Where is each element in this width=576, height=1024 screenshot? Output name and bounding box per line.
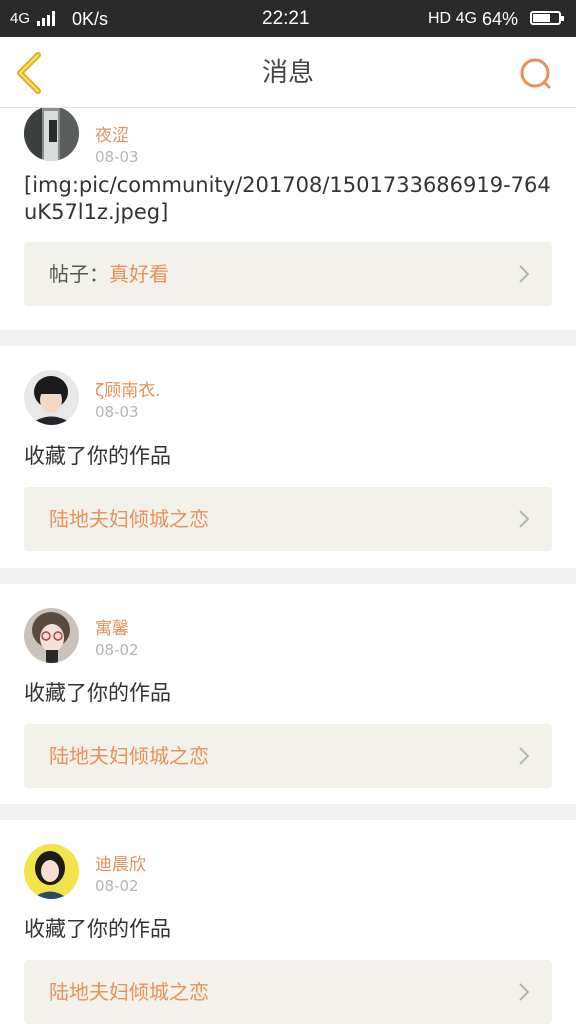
chevron-right-icon <box>519 747 530 765</box>
avatar[interactable] <box>24 608 79 663</box>
hd-indicator: HD 4G <box>428 8 477 30</box>
message-card: 迪晨欣 08-02 收藏了你的作品 陆地夫妇倾城之恋 <box>0 820 576 1024</box>
work-link-text: 陆地夫妇倾城之恋 <box>49 978 209 1006</box>
battery-fill <box>533 14 551 22</box>
status-bar: 4G 0K/s 22:21 HD 4G 64% <box>0 0 576 37</box>
network-type: 4G <box>10 10 31 27</box>
post-link-text: 帖子：真好看 <box>49 260 169 288</box>
chevron-right-icon <box>519 510 530 528</box>
page-title: 消息 <box>261 58 314 88</box>
work-link[interactable]: 陆地夫妇倾城之恋 <box>24 960 552 1024</box>
message-card: ζ顾南衣. 08-03 收藏了你的作品 陆地夫妇倾城之恋 <box>0 346 576 568</box>
work-link-text: 陆地夫妇倾城之恋 <box>49 505 209 533</box>
user-name[interactable]: 夜涩 <box>95 121 129 146</box>
avatar[interactable] <box>24 844 79 899</box>
message-content: 收藏了你的作品 <box>24 917 171 941</box>
message-card: 寓馨 08-02 收藏了你的作品 陆地夫妇倾城之恋 <box>0 584 576 804</box>
message-card: 夜涩 08-03 [img:pic/community/201708/15017… <box>0 108 576 330</box>
link-title: 真好看 <box>109 262 169 286</box>
user-name[interactable]: 迪晨欣 <box>95 850 146 875</box>
clock: 22:21 <box>262 8 310 29</box>
user-name[interactable]: ζ顾南衣. <box>95 376 161 401</box>
link-prefix: 帖子： <box>49 262 109 286</box>
message-content: [img:pic/community/201708/1501733686919-… <box>24 173 551 224</box>
work-link-text: 陆地夫妇倾城之恋 <box>49 742 209 770</box>
search-icon <box>520 58 551 89</box>
battery-icon <box>530 11 564 25</box>
post-link[interactable]: 帖子：真好看 <box>24 242 552 306</box>
search-button[interactable] <box>516 55 556 95</box>
avatar[interactable] <box>24 108 79 161</box>
post-date: 08-02 <box>95 877 139 895</box>
link-title: 陆地夫妇倾城之恋 <box>49 980 209 1004</box>
link-title: 陆地夫妇倾城之恋 <box>49 744 209 768</box>
chevron-right-icon <box>519 265 530 283</box>
network-speed: 0K/s <box>72 9 109 29</box>
user-name[interactable]: 寓馨 <box>95 614 129 639</box>
network-type-2: 4G <box>455 10 477 27</box>
work-link[interactable]: 陆地夫妇倾城之恋 <box>24 724 552 788</box>
post-date: 08-03 <box>95 403 139 421</box>
chevron-right-icon <box>519 983 530 1001</box>
battery-percent: 64% <box>482 9 519 29</box>
post-date: 08-02 <box>95 641 139 659</box>
nav-bar: 消息 <box>0 37 576 108</box>
message-content: 收藏了你的作品 <box>24 444 171 468</box>
hd-label: HD <box>428 10 452 27</box>
avatar[interactable] <box>24 370 79 425</box>
message-list[interactable]: 夜涩 08-03 [img:pic/community/201708/15017… <box>0 108 576 1024</box>
message-content: 收藏了你的作品 <box>24 681 171 705</box>
link-title: 陆地夫妇倾城之恋 <box>49 507 209 531</box>
work-link[interactable]: 陆地夫妇倾城之恋 <box>24 487 552 551</box>
post-date: 08-03 <box>95 148 139 166</box>
signal-icon <box>37 11 55 26</box>
